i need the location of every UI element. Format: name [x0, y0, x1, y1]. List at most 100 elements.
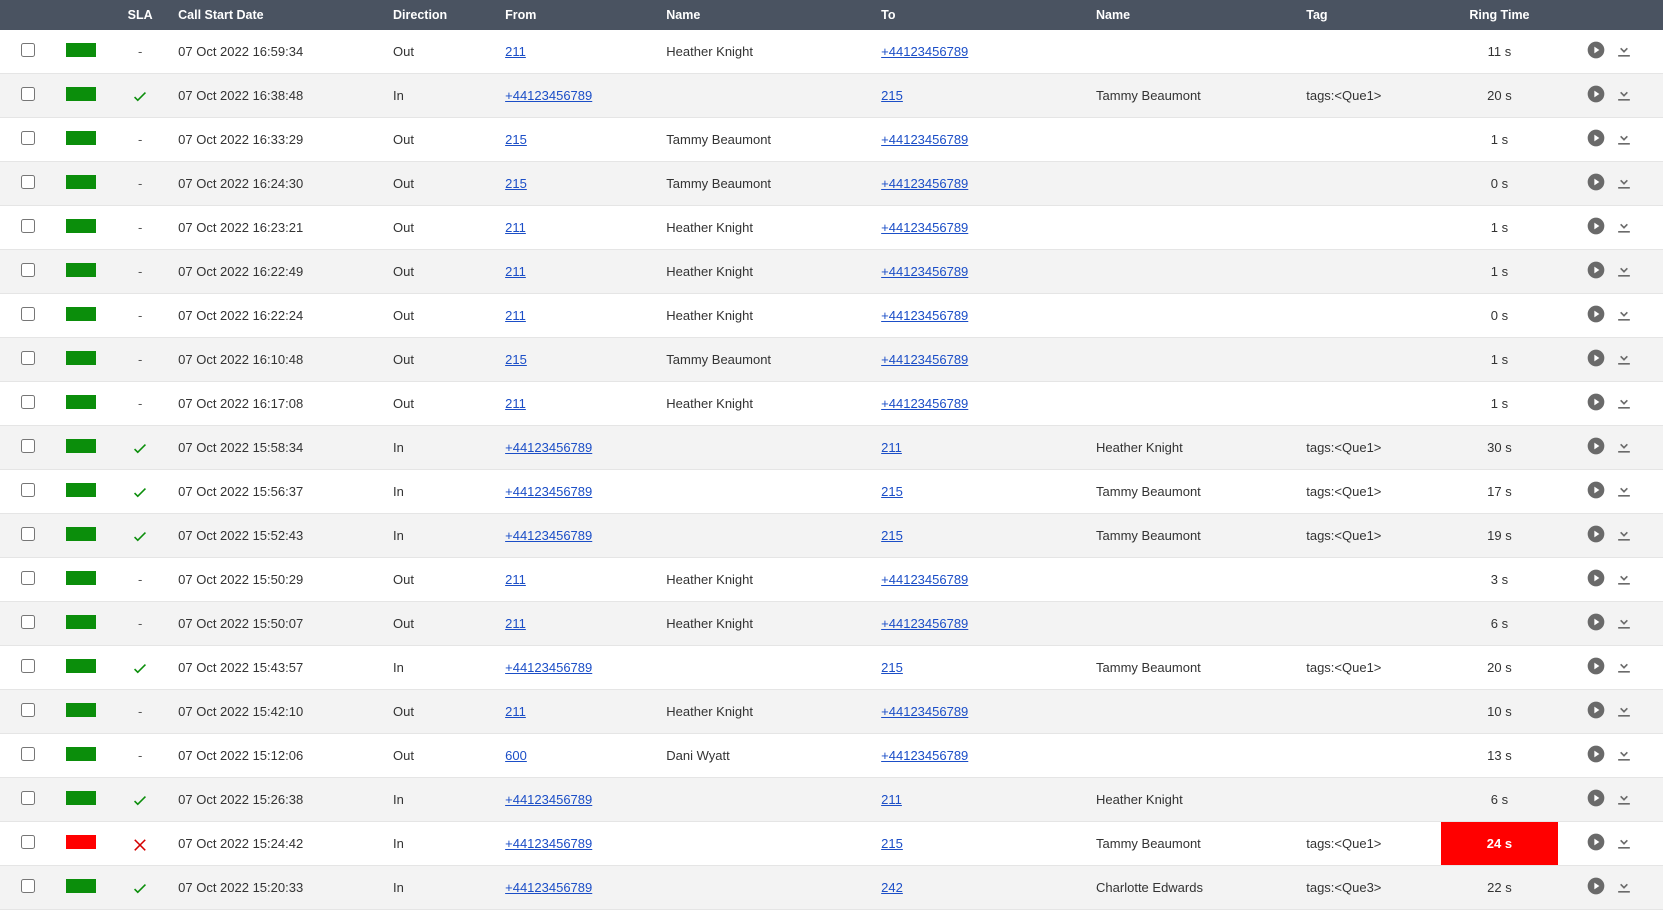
download-button[interactable] — [1614, 304, 1634, 327]
download-button[interactable] — [1614, 436, 1634, 459]
to-link[interactable]: 215 — [881, 660, 903, 675]
to-link[interactable]: +44123456789 — [881, 132, 968, 147]
download-button[interactable] — [1614, 128, 1634, 151]
to-link[interactable]: +44123456789 — [881, 264, 968, 279]
to-link[interactable]: 242 — [881, 880, 903, 895]
row-checkbox[interactable] — [21, 703, 35, 717]
from-link[interactable]: 600 — [505, 748, 527, 763]
from-link[interactable]: +44123456789 — [505, 88, 592, 103]
row-checkbox[interactable] — [21, 175, 35, 189]
from-link[interactable]: +44123456789 — [505, 484, 592, 499]
play-button[interactable] — [1586, 568, 1606, 591]
row-checkbox[interactable] — [21, 571, 35, 585]
download-button[interactable] — [1614, 832, 1634, 855]
to-link[interactable]: 215 — [881, 528, 903, 543]
play-button[interactable] — [1586, 832, 1606, 855]
from-link[interactable]: +44123456789 — [505, 836, 592, 851]
header-from[interactable]: From — [495, 0, 656, 30]
download-button[interactable] — [1614, 700, 1634, 723]
download-button[interactable] — [1614, 216, 1634, 239]
from-link[interactable]: 215 — [505, 132, 527, 147]
to-link[interactable]: +44123456789 — [881, 572, 968, 587]
header-name-to[interactable]: Name — [1086, 0, 1296, 30]
header-call-start-date[interactable]: Call Start Date — [168, 0, 383, 30]
to-link[interactable]: +44123456789 — [881, 176, 968, 191]
row-checkbox[interactable] — [21, 43, 35, 57]
play-button[interactable] — [1586, 348, 1606, 371]
download-button[interactable] — [1614, 480, 1634, 503]
from-link[interactable]: +44123456789 — [505, 660, 592, 675]
download-button[interactable] — [1614, 84, 1634, 107]
from-link[interactable]: 215 — [505, 176, 527, 191]
to-link[interactable]: 211 — [881, 792, 902, 807]
row-checkbox[interactable] — [21, 659, 35, 673]
from-link[interactable]: 211 — [505, 264, 526, 279]
play-button[interactable] — [1586, 84, 1606, 107]
header-name-from[interactable]: Name — [656, 0, 871, 30]
from-link[interactable]: +44123456789 — [505, 528, 592, 543]
play-button[interactable] — [1586, 436, 1606, 459]
row-checkbox[interactable] — [21, 439, 35, 453]
download-button[interactable] — [1614, 788, 1634, 811]
play-button[interactable] — [1586, 172, 1606, 195]
play-button[interactable] — [1586, 40, 1606, 63]
row-checkbox[interactable] — [21, 527, 35, 541]
to-link[interactable]: 211 — [881, 440, 902, 455]
from-link[interactable]: 211 — [505, 220, 526, 235]
download-button[interactable] — [1614, 348, 1634, 371]
download-button[interactable] — [1614, 744, 1634, 767]
row-checkbox[interactable] — [21, 483, 35, 497]
play-button[interactable] — [1586, 392, 1606, 415]
row-checkbox[interactable] — [21, 219, 35, 233]
download-button[interactable] — [1614, 876, 1634, 899]
header-direction[interactable]: Direction — [383, 0, 495, 30]
to-link[interactable]: +44123456789 — [881, 308, 968, 323]
header-ring-time[interactable]: Ring Time — [1441, 0, 1558, 30]
play-button[interactable] — [1586, 876, 1606, 899]
from-link[interactable]: 211 — [505, 308, 526, 323]
row-checkbox[interactable] — [21, 263, 35, 277]
play-button[interactable] — [1586, 304, 1606, 327]
from-link[interactable]: +44123456789 — [505, 792, 592, 807]
from-link[interactable]: +44123456789 — [505, 880, 592, 895]
from-link[interactable]: 211 — [505, 572, 526, 587]
row-checkbox[interactable] — [21, 351, 35, 365]
from-link[interactable]: 215 — [505, 352, 527, 367]
play-button[interactable] — [1586, 480, 1606, 503]
from-link[interactable]: 211 — [505, 616, 526, 631]
play-button[interactable] — [1586, 260, 1606, 283]
row-checkbox[interactable] — [21, 879, 35, 893]
play-button[interactable] — [1586, 128, 1606, 151]
play-button[interactable] — [1586, 216, 1606, 239]
download-button[interactable] — [1614, 392, 1634, 415]
to-link[interactable]: 215 — [881, 484, 903, 499]
row-checkbox[interactable] — [21, 747, 35, 761]
to-link[interactable]: +44123456789 — [881, 220, 968, 235]
play-button[interactable] — [1586, 612, 1606, 635]
play-button[interactable] — [1586, 656, 1606, 679]
row-checkbox[interactable] — [21, 131, 35, 145]
from-link[interactable]: +44123456789 — [505, 440, 592, 455]
to-link[interactable]: +44123456789 — [881, 396, 968, 411]
download-button[interactable] — [1614, 40, 1634, 63]
play-button[interactable] — [1586, 744, 1606, 767]
download-button[interactable] — [1614, 568, 1634, 591]
to-link[interactable]: +44123456789 — [881, 44, 968, 59]
row-checkbox[interactable] — [21, 395, 35, 409]
header-to[interactable]: To — [871, 0, 1086, 30]
download-button[interactable] — [1614, 260, 1634, 283]
row-checkbox[interactable] — [21, 307, 35, 321]
download-button[interactable] — [1614, 612, 1634, 635]
to-link[interactable]: +44123456789 — [881, 748, 968, 763]
row-checkbox[interactable] — [21, 87, 35, 101]
to-link[interactable]: 215 — [881, 88, 903, 103]
row-checkbox[interactable] — [21, 615, 35, 629]
play-button[interactable] — [1586, 524, 1606, 547]
download-button[interactable] — [1614, 656, 1634, 679]
to-link[interactable]: +44123456789 — [881, 352, 968, 367]
to-link[interactable]: +44123456789 — [881, 704, 968, 719]
row-checkbox[interactable] — [21, 791, 35, 805]
from-link[interactable]: 211 — [505, 704, 526, 719]
row-checkbox[interactable] — [21, 835, 35, 849]
play-button[interactable] — [1586, 700, 1606, 723]
